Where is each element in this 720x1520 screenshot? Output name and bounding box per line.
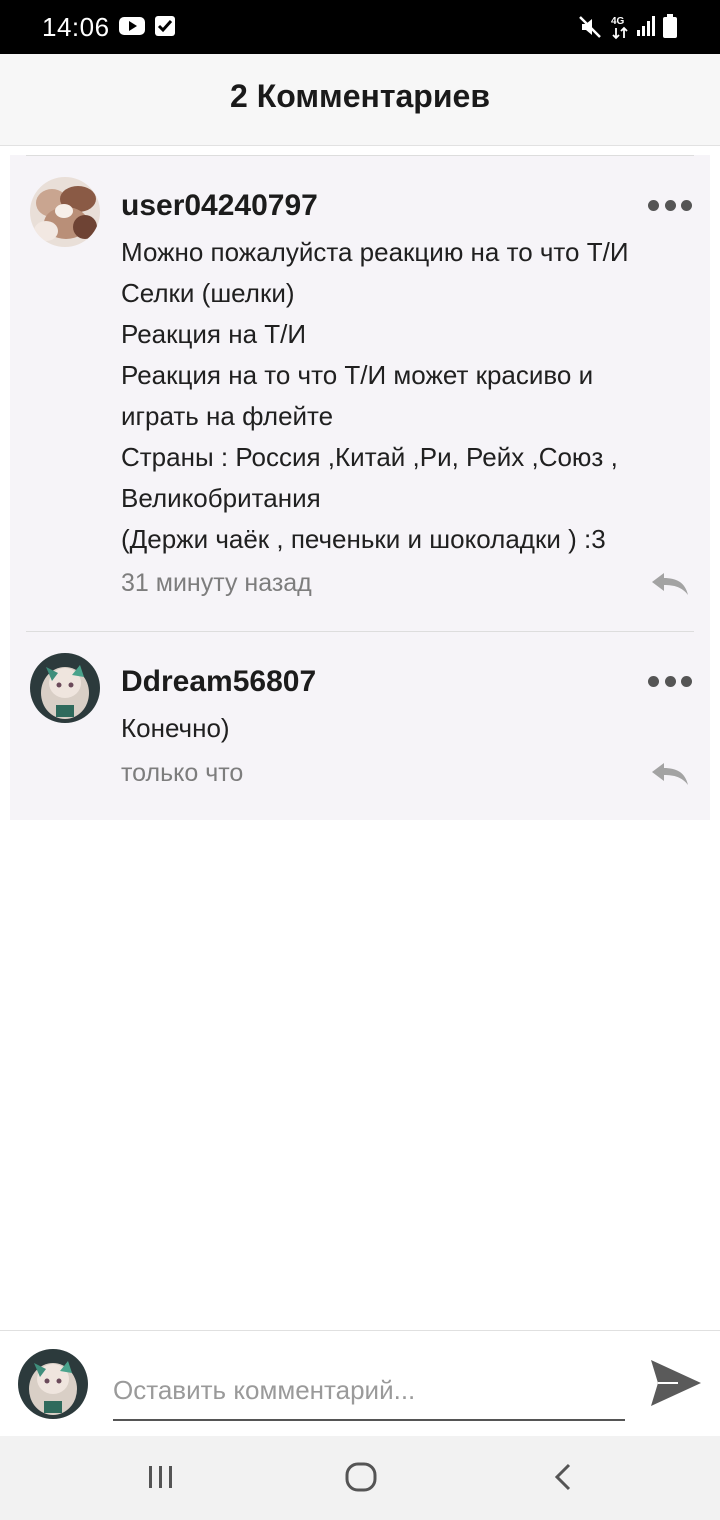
- home-icon[interactable]: [344, 1462, 378, 1492]
- page-title: 2 Комментариев: [230, 78, 490, 114]
- comment-item: Ddream56807 Конечно) только что: [10, 631, 710, 820]
- comment-item: user04240797 Можно пожалуйста реакцию на…: [10, 155, 710, 631]
- more-dots-icon[interactable]: [648, 671, 692, 691]
- back-icon[interactable]: [550, 1462, 576, 1492]
- comment-line: Реакция на Т/И: [121, 319, 307, 349]
- comment-line: Селки (шелки): [121, 278, 295, 308]
- comment-composer: [0, 1330, 720, 1436]
- more-dots-icon[interactable]: [648, 195, 692, 215]
- avatar[interactable]: [30, 177, 100, 247]
- comments-header: 2 Комментариев: [0, 54, 720, 146]
- svg-text:4G: 4G: [611, 16, 625, 27]
- battery-icon: [663, 14, 677, 38]
- comment-timestamp: 31 минуту назад: [121, 569, 312, 597]
- avatar[interactable]: [30, 653, 100, 723]
- recents-icon[interactable]: [146, 1462, 176, 1492]
- comment-username[interactable]: Ddream56807: [121, 665, 316, 699]
- reply-arrow-icon[interactable]: [650, 571, 690, 597]
- comment-input[interactable]: [113, 1361, 625, 1421]
- network-4g-icon: 4G: [611, 16, 628, 40]
- send-icon[interactable]: [648, 1357, 704, 1409]
- comment-line: Великобритания: [121, 483, 321, 513]
- comment-text: Конечно): [121, 708, 691, 749]
- comment-line: играть на флейте: [121, 401, 334, 431]
- youtube-icon: [119, 17, 145, 35]
- status-time: 14:06: [42, 12, 110, 42]
- comment-username[interactable]: user04240797: [121, 189, 318, 223]
- comments-list: user04240797 Можно пожалуйста реакцию на…: [10, 155, 710, 820]
- status-bar: 14:06 4G: [0, 0, 720, 54]
- checkbox-icon: [155, 16, 175, 36]
- comment-line: Страны : Россия ,Китай ,Ри, Рейх ,Союз ,: [121, 442, 618, 472]
- comment-timestamp: только что: [121, 759, 244, 787]
- reply-arrow-icon[interactable]: [650, 761, 690, 787]
- comment-line: Можно пожалуйста реакцию на то что Т/И: [121, 237, 629, 267]
- comment-text: Можно пожалуйста реакцию на то что Т/И С…: [121, 232, 691, 560]
- navigation-bar: [0, 1436, 720, 1520]
- signal-icon: [637, 16, 655, 36]
- comment-line: Конечно): [121, 713, 230, 743]
- avatar[interactable]: [18, 1349, 88, 1419]
- comment-line: Реакция на то что Т/И может красиво и: [121, 360, 594, 390]
- comment-line: (Держи чаёк , печеньки и шоколадки ) :3: [121, 524, 606, 554]
- mute-icon: [579, 16, 601, 38]
